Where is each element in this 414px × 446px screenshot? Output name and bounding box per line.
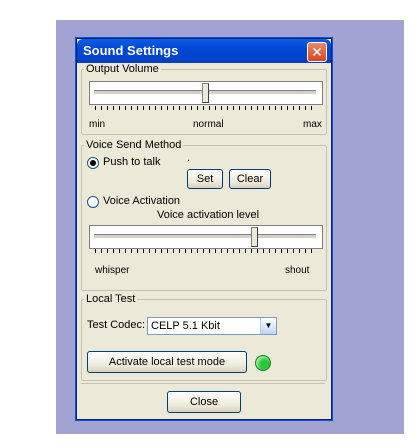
test-codec-select[interactable]: CELP 5.1 Kbit ▼: [147, 317, 277, 335]
voice-activation-slider[interactable]: [89, 225, 323, 249]
footer-divider: [81, 383, 325, 384]
output-volume-max-label: max: [303, 119, 322, 130]
local-test-legend: Local Test: [86, 293, 136, 305]
local-test-status-indicator: [255, 355, 271, 371]
close-window-button[interactable]: ✕: [307, 42, 327, 62]
close-button[interactable]: Close: [167, 391, 241, 413]
close-icon: ✕: [311, 44, 323, 60]
voice-activation-whisper-label: whisper: [95, 265, 130, 276]
test-codec-value: CELP 5.1 Kbit: [151, 320, 220, 332]
sound-settings-dialog: Sound Settings ✕ Output Volume min norma…: [76, 38, 332, 420]
title-bar[interactable]: Sound Settings ✕: [77, 39, 331, 63]
voice-activation-ticks: [95, 249, 315, 253]
voice-activation-shout-label: shout: [285, 265, 310, 276]
push-to-talk-label: Push to talk: [103, 156, 161, 168]
window-title: Sound Settings: [83, 43, 179, 58]
activate-local-test-button[interactable]: Activate local test mode: [87, 351, 247, 373]
output-volume-slider[interactable]: [89, 81, 323, 105]
output-volume-normal-label: normal: [193, 119, 224, 130]
voice-activation-level-label: Voice activation level: [157, 209, 260, 221]
push-to-talk-radio[interactable]: [87, 157, 99, 169]
set-hotkey-button[interactable]: Set: [187, 169, 223, 189]
voice-activation-radio[interactable]: [87, 196, 99, 208]
voice-send-method-legend: Voice Send Method: [86, 139, 182, 151]
output-volume-ticks: [95, 106, 315, 110]
push-to-talk-hotkey: .: [187, 152, 191, 164]
voice-activation-label: Voice Activation: [103, 195, 181, 207]
test-codec-label: Test Codec:: [87, 319, 146, 331]
voice-activation-thumb[interactable]: [250, 227, 258, 247]
chevron-down-icon[interactable]: ▼: [260, 318, 276, 334]
output-volume-legend: Output Volume: [86, 63, 159, 75]
output-volume-thumb[interactable]: [202, 83, 209, 103]
close-button-label: Close: [189, 396, 219, 408]
output-volume-min-label: min: [89, 119, 106, 130]
clear-hotkey-button[interactable]: Clear: [229, 169, 271, 189]
